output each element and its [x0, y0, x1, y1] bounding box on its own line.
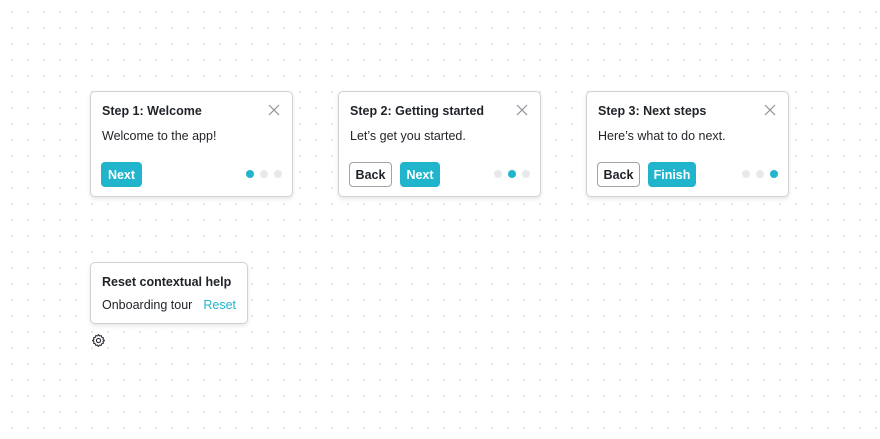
close-icon[interactable]	[516, 104, 528, 116]
back-button[interactable]: Back	[349, 162, 392, 187]
onboarding-tour-label: Onboarding tour	[102, 298, 193, 312]
step-dot-2	[756, 170, 764, 178]
step-2-title: Step 2: Getting started	[350, 104, 485, 118]
reset-contextual-help-panel: Reset contextual help Onboarding tour Re…	[90, 262, 248, 324]
reset-panel-title: Reset contextual help	[102, 275, 232, 289]
step-dot-1	[246, 170, 254, 178]
step-3-body: Here’s what to do next.	[598, 129, 726, 143]
step-dot-1	[742, 170, 750, 178]
tour-step-2-card: Step 2: Getting started Let’s get you st…	[338, 91, 541, 197]
step-dot-3	[770, 170, 778, 178]
gear-icon[interactable]	[91, 333, 106, 348]
step-2-body: Let’s get you started.	[350, 129, 466, 143]
step-3-title: Step 3: Next steps	[598, 104, 707, 118]
close-icon[interactable]	[764, 104, 776, 116]
step-dot-1	[494, 170, 502, 178]
next-button[interactable]: Next	[101, 162, 142, 187]
step-dot-2	[260, 170, 268, 178]
tour-step-3-card: Step 3: Next steps Here’s what to do nex…	[586, 91, 789, 197]
step-1-title: Step 1: Welcome	[102, 104, 202, 118]
tour-step-1-card: Step 1: Welcome Welcome to the app! Next	[90, 91, 293, 197]
step-dot-3	[522, 170, 530, 178]
next-button[interactable]: Next	[400, 162, 440, 187]
close-icon[interactable]	[268, 104, 280, 116]
step-indicator	[742, 170, 778, 178]
step-1-body: Welcome to the app!	[102, 129, 217, 143]
step-dot-2	[508, 170, 516, 178]
finish-button[interactable]: Finish	[648, 162, 696, 187]
step-indicator	[246, 170, 282, 178]
reset-link[interactable]: Reset	[203, 298, 236, 312]
step-indicator	[494, 170, 530, 178]
back-button[interactable]: Back	[597, 162, 640, 187]
step-dot-3	[274, 170, 282, 178]
